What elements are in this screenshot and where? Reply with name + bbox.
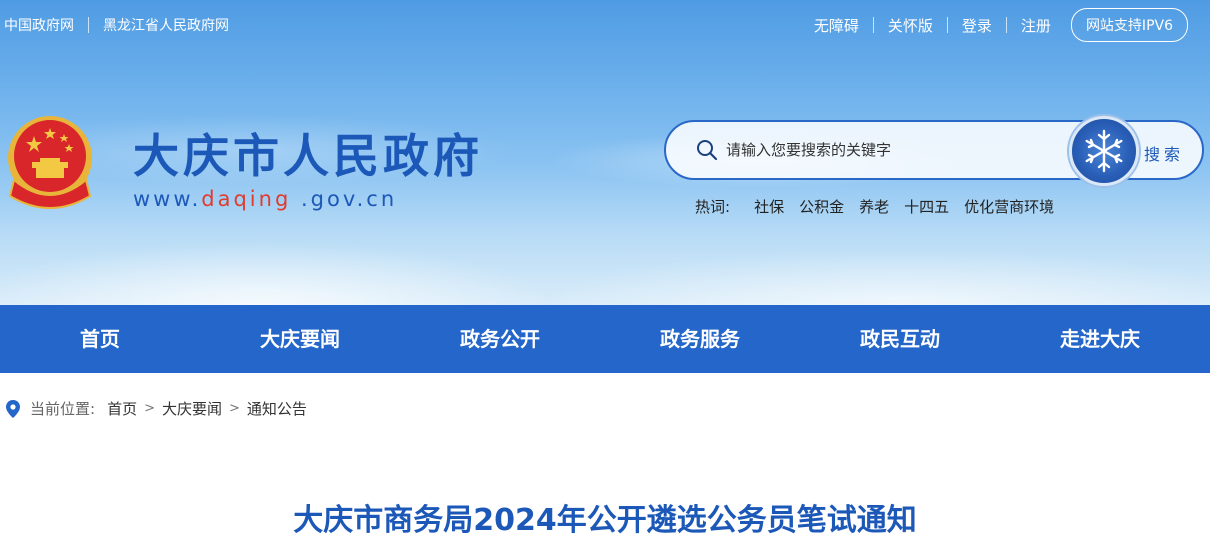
page-header: 中国政府网 黑龙江省人民政府网 无障碍 关怀版 登录 注册 网站支持IPV6 大… [0,0,1210,305]
site-url-suffix: .gov.cn [291,187,398,211]
link-china-gov[interactable]: 中国政府网 [4,15,74,35]
search-button[interactable]: 搜索 [1144,141,1184,165]
search-input[interactable] [726,141,1056,159]
national-emblem-icon [8,116,92,209]
snowflake-search-button[interactable] [1069,116,1139,186]
breadcrumb-separator: > [229,401,240,416]
search-icon [697,140,718,161]
top-bar: 中国政府网 黑龙江省人民政府网 无障碍 关怀版 登录 注册 网站支持IPV6 [0,0,1210,50]
breadcrumb: 当前位置: 首页 > 大庆要闻 > 通知公告 [6,398,307,419]
search-box: 搜索 [664,116,1204,186]
site-url-highlight: daqing [201,187,292,211]
hot-word-link[interactable]: 社保 [754,196,784,217]
ipv6-badge[interactable]: 网站支持IPV6 [1070,8,1188,42]
breadcrumb-separator: > [144,401,155,416]
top-links-right: 无障碍 关怀版 登录 注册 网站支持IPV6 [814,8,1188,42]
site-url-prefix: www. [133,187,202,211]
link-heilongjiang-gov[interactable]: 黑龙江省人民政府网 [103,15,229,35]
nav-item-home[interactable]: 首页 [0,305,200,373]
nav-item-interaction[interactable]: 政民互动 [800,305,1000,373]
link-register[interactable]: 注册 [1021,15,1051,36]
site-title: 大庆市人民政府 [133,129,483,183]
hot-words: 热词: 社保 公积金 养老 十四五 优化营商环境 [695,196,1069,217]
link-care-version[interactable]: 关怀版 [888,15,933,36]
nav-item-daqing-news[interactable]: 大庆要闻 [200,305,400,373]
divider [872,17,874,33]
divider [88,17,89,33]
hot-words-label: 热词: [695,198,731,216]
breadcrumb-label: 当前位置: [30,400,96,418]
hot-word-link[interactable]: 优化营商环境 [964,196,1054,217]
divider [946,17,948,33]
main-nav: 首页 大庆要闻 政务公开 政务服务 政民互动 走进大庆 [0,305,1210,373]
breadcrumb-item-notices[interactable]: 通知公告 [247,398,307,419]
hot-word-link[interactable]: 十四五 [904,196,949,217]
article-title: 大庆市商务局2024年公开遴选公务员笔试通知 [293,503,917,538]
location-pin-icon [6,399,20,418]
site-url: www.daqing .gov.cn [133,187,397,211]
top-links-left: 中国政府网 黑龙江省人民政府网 [4,15,229,35]
nav-item-about-daqing[interactable]: 走进大庆 [1000,305,1200,373]
nav-item-government-services[interactable]: 政务服务 [600,305,800,373]
nav-item-government-affairs[interactable]: 政务公开 [400,305,600,373]
divider [1005,17,1007,33]
hot-word-link[interactable]: 公积金 [799,196,844,217]
hot-word-link[interactable]: 养老 [859,196,889,217]
snowflake-icon [1085,129,1123,173]
breadcrumb-item-home[interactable]: 首页 [107,398,137,419]
breadcrumb-item-news[interactable]: 大庆要闻 [162,398,222,419]
link-login[interactable]: 登录 [962,15,992,36]
link-accessibility[interactable]: 无障碍 [814,15,859,36]
